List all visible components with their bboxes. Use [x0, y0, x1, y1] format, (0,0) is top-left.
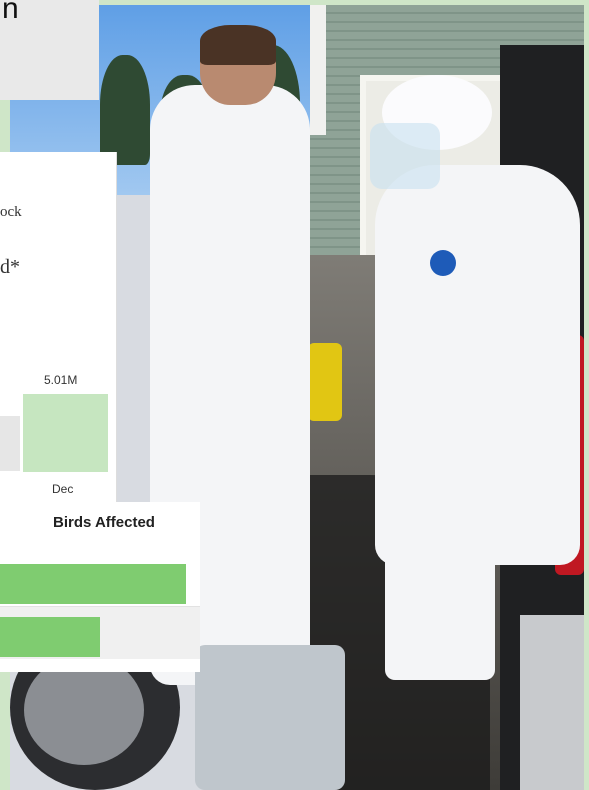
december-bar — [23, 394, 108, 472]
birds-affected-title: Birds Affected — [53, 514, 155, 531]
title-fragment: n — [2, 0, 19, 25]
monthly-chart-card: ock d* 5.01M Dec — [0, 152, 117, 502]
truck-bumper — [520, 615, 584, 790]
month-label: Dec — [52, 482, 74, 496]
info-text-fragment: d* — [0, 256, 20, 278]
previous-month-bar — [0, 416, 20, 471]
birds-affected-card: Birds Affected — [0, 502, 200, 672]
birds-bar — [0, 564, 186, 604]
yellow-container — [308, 343, 342, 421]
birds-bar — [0, 617, 100, 657]
info-text-fragment: ock — [0, 204, 22, 220]
person-in-protective-suit — [375, 165, 580, 565]
pine-tree — [100, 55, 150, 165]
title-card: n — [0, 0, 99, 100]
table-row — [0, 607, 200, 659]
person-hair — [200, 25, 276, 65]
bar-value-label: 5.01M — [44, 373, 78, 387]
house-trim — [310, 5, 326, 135]
person-legs — [385, 535, 495, 680]
tyvek-badge-icon — [430, 250, 456, 276]
table-row — [0, 554, 200, 607]
face-shield — [370, 123, 440, 189]
person-leg — [195, 645, 345, 790]
